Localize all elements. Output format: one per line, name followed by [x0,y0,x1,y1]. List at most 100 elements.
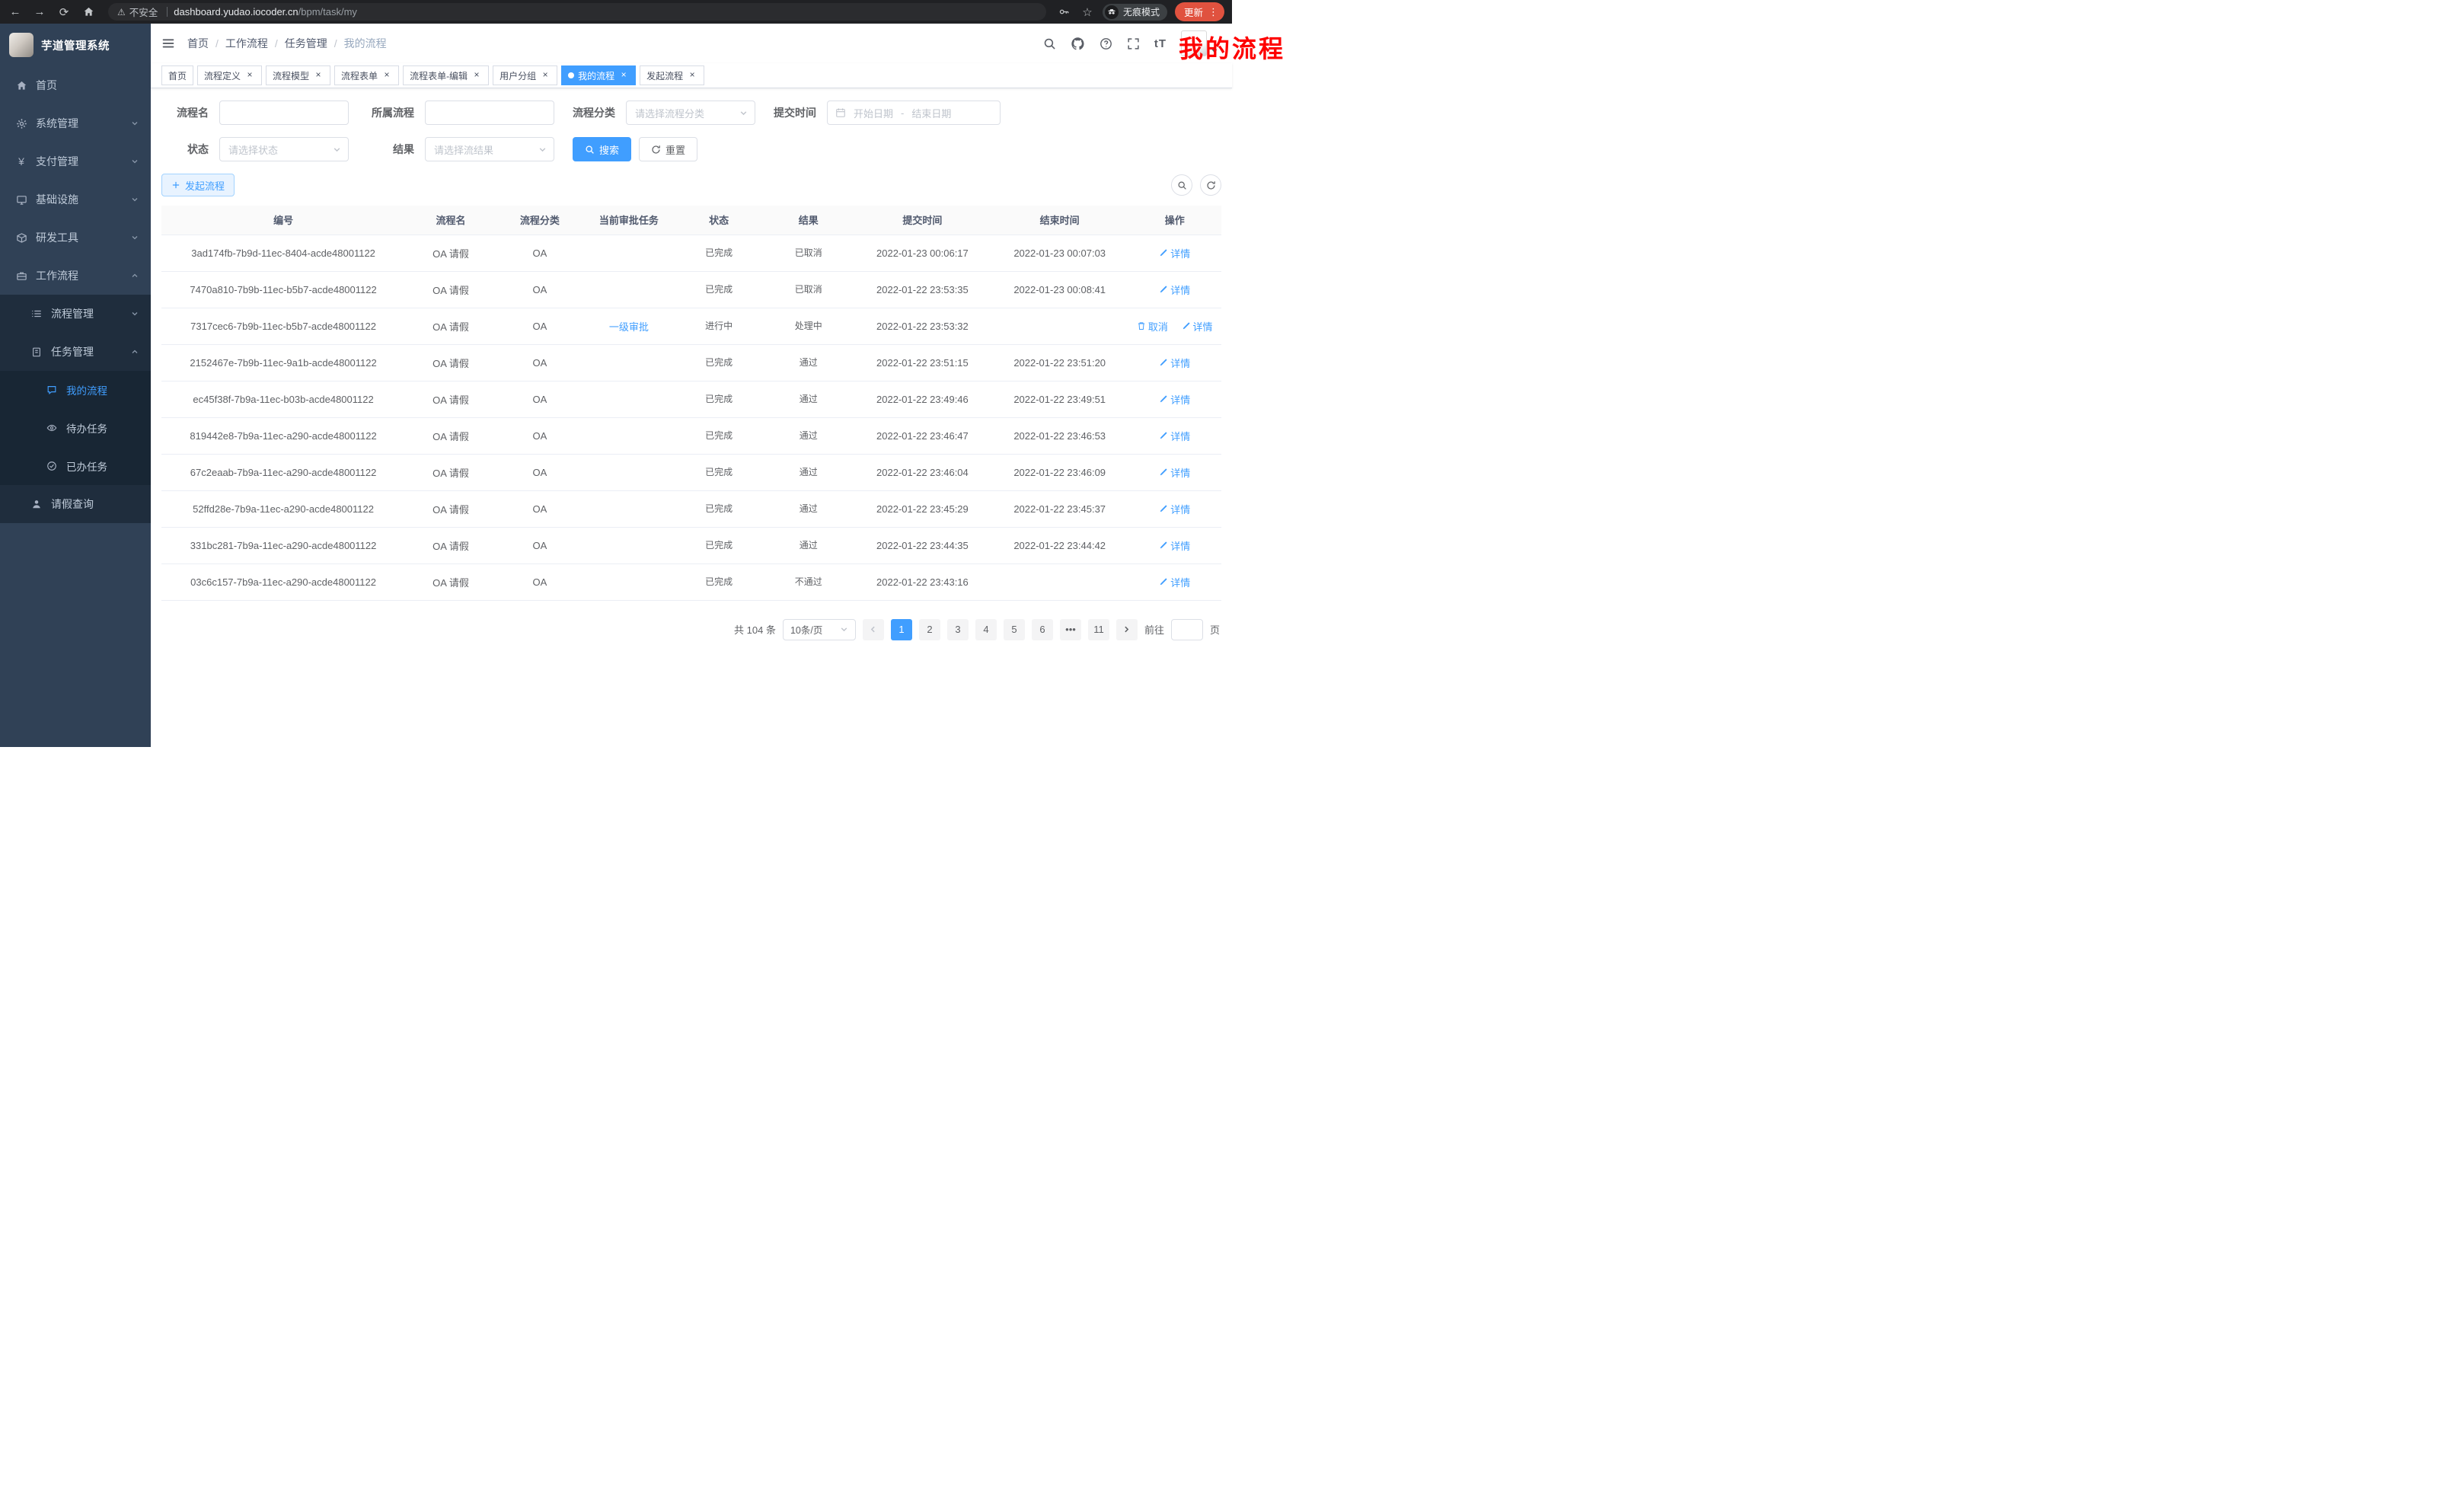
close-icon[interactable]: × [471,70,482,81]
sidebar-item-done-tasks[interactable]: 已办任务 [0,447,151,485]
detail-label: 详情 [1170,465,1190,480]
sidebar-item-home[interactable]: 首页 [0,66,151,104]
close-icon[interactable]: × [618,70,629,81]
app-logo[interactable]: 芋道管理系统 [0,24,151,66]
status-select[interactable]: 请选择状态 [219,137,349,161]
page-button-3[interactable]: 3 [947,619,969,640]
user-avatar[interactable] [1181,30,1218,56]
pagination: 共 104 条 10条/页 1 2 3 4 5 6 ••• 11 前往 页 [161,619,1221,640]
detail-link[interactable]: 详情 [1159,429,1190,443]
sidebar-item-payment[interactable]: ¥ 支付管理 [0,142,151,180]
toolbar-search-icon-button[interactable] [1171,174,1192,196]
tab-process-form-edit[interactable]: 流程表单-编辑 × [403,65,489,85]
close-icon[interactable]: × [540,70,551,81]
github-icon[interactable] [1071,37,1085,51]
browser-menu-icon[interactable]: ⋮ [1208,6,1218,18]
process-category: OA [533,247,547,259]
sidebar-item-system[interactable]: 系统管理 [0,104,151,142]
chevron-down-icon [131,234,139,241]
sidebar-item-label: 首页 [36,78,57,93]
breadcrumb-item-task-management[interactable]: 任务管理 [285,36,327,51]
prev-page-button[interactable] [863,619,884,640]
process-name-input[interactable] [219,101,349,125]
tab-process-definition[interactable]: 流程定义 × [197,65,262,85]
briefcase-icon [15,270,27,282]
page-size-select[interactable]: 10条/页 [783,619,856,640]
page-button-4[interactable]: 4 [975,619,997,640]
tab-process-model[interactable]: 流程模型 × [266,65,330,85]
detail-link[interactable]: 详情 [1159,465,1190,480]
address-bar[interactable]: ⚠ 不安全 dashboard.yudao.iocoder.cn/bpm/tas… [108,3,1046,21]
close-icon[interactable]: × [313,70,324,81]
detail-link[interactable]: 详情 [1159,502,1190,516]
close-icon[interactable]: × [244,70,255,81]
start-process-button[interactable]: 发起流程 [161,174,235,196]
pagination-ellipsis[interactable]: ••• [1060,619,1081,640]
browser-forward-button[interactable]: → [32,5,47,20]
sidebar-item-leave-query[interactable]: 请假查询 [0,485,151,523]
detail-link[interactable]: 详情 [1159,575,1190,589]
cancel-link[interactable]: 取消 [1137,319,1168,334]
page-button-11[interactable]: 11 [1088,619,1109,640]
submit-time-range-picker[interactable]: 开始日期 - 结束日期 [827,101,1001,125]
detail-link[interactable]: 详情 [1182,319,1213,334]
category-select[interactable]: 请选择流程分类 [626,101,755,125]
page-jump-input[interactable] [1171,619,1203,640]
toolbar-refresh-icon-button[interactable] [1200,174,1221,196]
detail-link[interactable]: 详情 [1159,538,1190,553]
page-button-5[interactable]: 5 [1004,619,1025,640]
tab-label: 用户分组 [500,69,536,82]
detail-link[interactable]: 详情 [1159,246,1190,260]
result-badge: 不通过 [787,573,830,591]
bookmark-star-icon[interactable]: ☆ [1080,5,1095,20]
status-badge: 已完成 [697,500,740,518]
search-icon[interactable] [1043,37,1056,50]
tab-label: 流程表单-编辑 [410,69,468,82]
sidebar-item-devtools[interactable]: 研发工具 [0,219,151,257]
breadcrumb-item-home[interactable]: 首页 [187,36,209,51]
fullscreen-icon[interactable] [1127,37,1140,50]
sidebar-item-todo-tasks[interactable]: 待办任务 [0,409,151,447]
navbar-right-icons: tT [1043,30,1218,56]
sidebar-item-label: 我的流程 [66,382,107,397]
browser-reload-button[interactable]: ⟳ [56,5,72,20]
sidebar-item-my-process[interactable]: 我的流程 [0,371,151,409]
hamburger-icon[interactable] [161,37,175,50]
owner-process-input[interactable] [425,101,554,125]
password-key-icon[interactable] [1057,5,1072,20]
help-icon[interactable] [1100,37,1112,50]
tab-home[interactable]: 首页 [161,65,193,85]
owner-process-label: 所属流程 [367,105,414,120]
detail-link[interactable]: 详情 [1159,392,1190,407]
sidebar-item-task-management[interactable]: 任务管理 [0,333,151,371]
close-icon[interactable]: × [687,70,697,81]
detail-link[interactable]: 详情 [1159,283,1190,297]
sidebar-item-process-management[interactable]: 流程管理 [0,295,151,333]
next-page-button[interactable] [1116,619,1138,640]
reset-button[interactable]: 重置 [639,137,697,161]
tab-process-form[interactable]: 流程表单 × [334,65,399,85]
sidebar-item-workflow[interactable]: 工作流程 [0,257,151,295]
search-button[interactable]: 搜索 [573,137,631,161]
detail-link[interactable]: 详情 [1159,356,1190,370]
current-task-link[interactable]: 一级审批 [609,321,649,333]
status-badge: 已完成 [697,426,740,445]
detail-label: 详情 [1170,538,1190,553]
eye-icon [46,422,58,434]
font-size-icon[interactable]: tT [1154,37,1167,50]
close-icon[interactable]: × [381,70,392,81]
browser-back-button[interactable]: ← [8,5,23,20]
breadcrumb-separator: / [334,37,337,49]
browser-home-button[interactable] [81,5,96,20]
chevron-up-icon [131,272,139,279]
page-button-1[interactable]: 1 [891,619,912,640]
update-button[interactable]: 更新 ⋮ [1175,2,1224,21]
result-select[interactable]: 请选择流结果 [425,137,554,161]
tab-my-process[interactable]: 我的流程 × [561,65,636,85]
page-button-6[interactable]: 6 [1032,619,1053,640]
sidebar-item-infrastructure[interactable]: 基础设施 [0,180,151,219]
tab-user-group[interactable]: 用户分组 × [493,65,557,85]
page-button-2[interactable]: 2 [919,619,940,640]
tab-start-process[interactable]: 发起流程 × [640,65,704,85]
breadcrumb-item-workflow[interactable]: 工作流程 [225,36,268,51]
